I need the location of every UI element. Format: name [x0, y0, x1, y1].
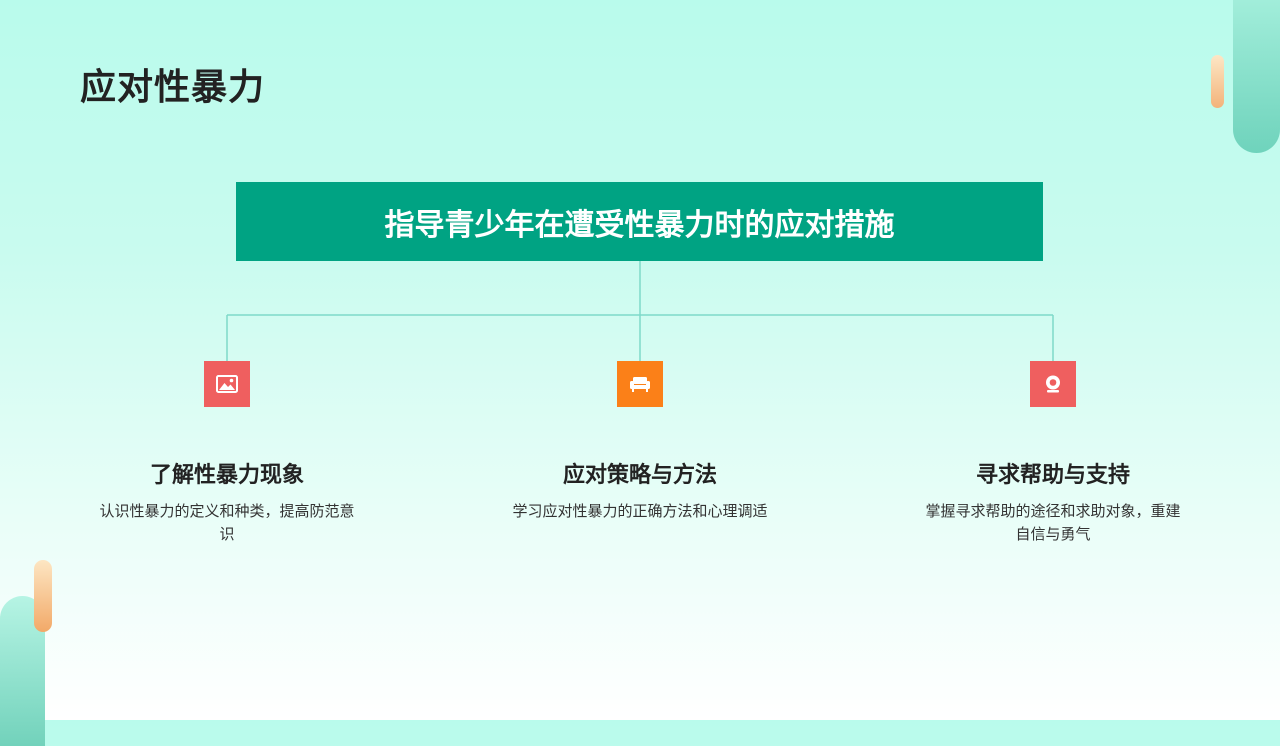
sofa-icon-box	[617, 361, 663, 407]
image-icon-box	[204, 361, 250, 407]
card-description: 学习应对性暴力的正确方法和心理调适	[512, 502, 768, 520]
card-title: 寻求帮助与支持	[975, 463, 1130, 488]
connector-lines	[226, 261, 1054, 361]
card-strategy: 应对策略与方法 学习应对性暴力的正确方法和心理调适	[500, 458, 780, 523]
sofa-icon	[630, 377, 650, 392]
card-understand: 了解性暴力现象 认识性暴力的定义和种类，提高防范意识	[87, 458, 367, 546]
card-description: 掌握寻求帮助的途径和求助对象，重建自信与勇气	[925, 502, 1181, 543]
card-description: 认识性暴力的定义和种类，提高防范意识	[99, 502, 355, 543]
webcam-icon	[1046, 375, 1060, 393]
card-seek-help: 寻求帮助与支持 掌握寻求帮助的途径和求助对象，重建自信与勇气	[913, 458, 1193, 546]
webcam-icon-box	[1030, 361, 1076, 407]
card-title: 了解性暴力现象	[149, 463, 304, 488]
card-title: 应对策略与方法	[562, 463, 717, 488]
image-icon	[216, 375, 238, 393]
